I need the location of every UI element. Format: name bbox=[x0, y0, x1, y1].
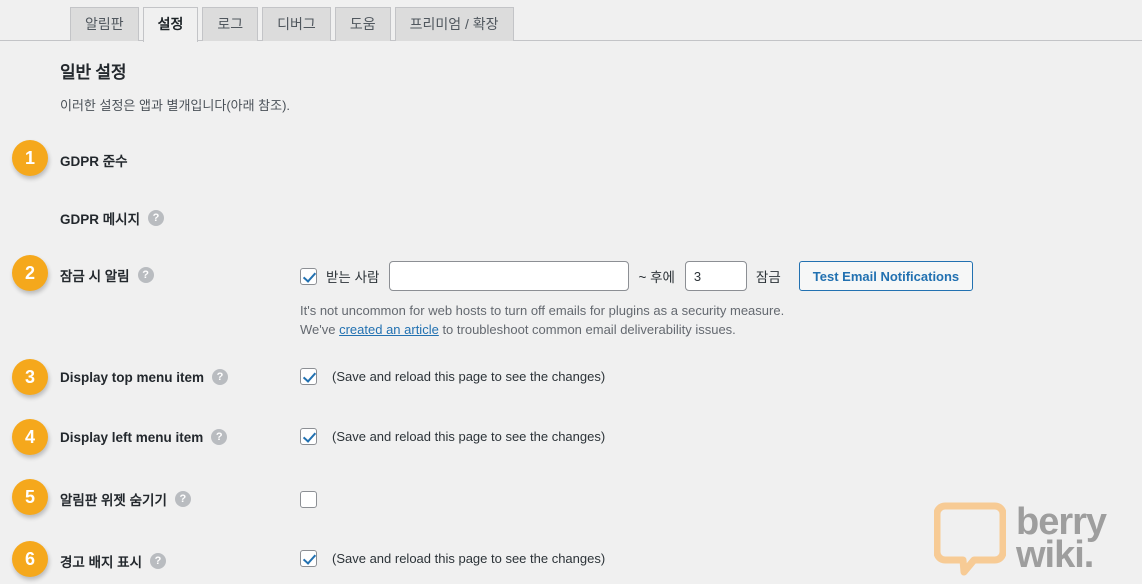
created-an-article-link[interactable]: created an article bbox=[339, 322, 439, 337]
tab-premium-extensions[interactable]: 프리미엄 / 확장 bbox=[394, 7, 514, 41]
help-icon[interactable]: ? bbox=[212, 369, 229, 385]
tab-label: 로그 bbox=[217, 16, 244, 32]
lock-minutes-input[interactable] bbox=[684, 261, 747, 291]
display-top-menu-item-field: (Save and reload this page to see the ch… bbox=[300, 368, 605, 385]
watermark-line-2: wiki. bbox=[1016, 534, 1094, 576]
hide-dashboard-widget-checkbox[interactable] bbox=[300, 491, 317, 508]
test-email-notifications-button[interactable]: Test Email Notifications bbox=[798, 261, 974, 291]
label-display-left-menu-item: Display left menu item ? bbox=[60, 429, 228, 445]
show-warning-badge-checkbox[interactable] bbox=[300, 550, 317, 567]
page-title: 일반 설정 bbox=[60, 63, 127, 82]
label-text: GDPR 메시지 bbox=[60, 212, 141, 227]
checkbox-note: (Save and reload this page to see the ch… bbox=[332, 369, 606, 384]
label-gdpr-message: GDPR 메시지 ? bbox=[60, 208, 165, 228]
label-hide-dashboard-widget: 알림판 위젯 숨기기 ? bbox=[60, 489, 191, 509]
recipient-label: 받는 사람 bbox=[326, 270, 380, 285]
watermark-text: berry wiki. bbox=[1016, 501, 1107, 576]
help-icon[interactable]: ? bbox=[148, 210, 165, 226]
tab-label: 알림판 bbox=[85, 16, 124, 32]
tab-help[interactable]: 도움 bbox=[334, 7, 391, 41]
label-gdpr-compliance: GDPR 준수 bbox=[60, 150, 128, 170]
email-deliverability-description: It's not uncommon for web hosts to turn … bbox=[300, 301, 784, 339]
settings-page: 알림판 설정 로그 디버그 도움 프리미엄 / 확장 일반 설정 이러한 설정은… bbox=[0, 0, 1142, 584]
display-top-menu-item-checkbox[interactable] bbox=[300, 368, 317, 385]
step-badge-6: 6 bbox=[12, 541, 48, 577]
tab-label: 디버그 bbox=[277, 16, 316, 32]
label-text: 알림판 위젯 숨기기 bbox=[60, 493, 167, 508]
help-icon[interactable]: ? bbox=[137, 267, 154, 283]
tab-settings[interactable]: 설정 bbox=[142, 7, 199, 42]
tab-label: 프리미엄 / 확장 bbox=[409, 16, 499, 32]
desc-line-2: We've created an article to troubleshoot… bbox=[300, 320, 784, 339]
desc-suffix: to troubleshoot common email deliverabil… bbox=[438, 322, 736, 337]
desc-prefix: We've bbox=[300, 322, 340, 337]
label-show-warning-badge: 경고 배지 표시 ? bbox=[60, 551, 167, 571]
page-description: 이러한 설정은 앱과 별개입니다(아래 참조). bbox=[60, 98, 291, 113]
help-icon[interactable]: ? bbox=[150, 553, 167, 569]
display-left-menu-item-checkbox[interactable] bbox=[300, 428, 317, 445]
step-badge-1: 1 bbox=[12, 140, 48, 176]
help-icon[interactable]: ? bbox=[211, 429, 228, 445]
tab-bar: 알림판 설정 로그 디버그 도움 프리미엄 / 확장 bbox=[0, 0, 1142, 42]
step-badge-5: 5 bbox=[12, 479, 48, 515]
label-text: Display top menu item bbox=[60, 369, 205, 385]
berrywiki-watermark: berry wiki. bbox=[934, 501, 1107, 576]
checkbox-note: (Save and reload this page to see the ch… bbox=[332, 551, 606, 566]
show-warning-badge-field: (Save and reload this page to see the ch… bbox=[300, 550, 605, 567]
watermark-line-1: berry bbox=[1016, 501, 1107, 544]
help-icon[interactable]: ? bbox=[174, 491, 191, 507]
label-text: Display left menu item bbox=[60, 429, 204, 445]
label-text: GDPR 준수 bbox=[60, 154, 128, 169]
step-badge-4: 4 bbox=[12, 419, 48, 455]
notify-recipient-checkbox[interactable] bbox=[300, 267, 317, 285]
label-lockout-notification: 잠금 시 알림 ? bbox=[60, 265, 154, 285]
lockout-notification-field: 받는 사람 ~ 후에 잠금 Test Email Notifications bbox=[300, 261, 974, 291]
display-left-menu-item-field: (Save and reload this page to see the ch… bbox=[300, 428, 605, 445]
tab-logs[interactable]: 로그 bbox=[202, 7, 259, 41]
step-badge-3: 3 bbox=[12, 359, 48, 395]
hide-dashboard-widget-field bbox=[300, 491, 332, 508]
tab-label: 도움 bbox=[349, 16, 376, 32]
step-badge-2: 2 bbox=[12, 255, 48, 291]
label-text: 잠금 시 알림 bbox=[60, 269, 130, 284]
speech-bubble-icon bbox=[934, 502, 1006, 576]
label-text: 경고 배지 표시 bbox=[60, 555, 143, 570]
tab-list: 알림판 설정 로그 디버그 도움 프리미엄 / 확장 bbox=[70, 7, 514, 42]
tab-dashboard[interactable]: 알림판 bbox=[70, 7, 139, 41]
lock-label: 잠금 bbox=[755, 270, 781, 285]
tab-debug[interactable]: 디버그 bbox=[262, 7, 331, 41]
checkbox-note: (Save and reload this page to see the ch… bbox=[332, 429, 606, 444]
label-display-top-menu-item: Display top menu item ? bbox=[60, 369, 229, 385]
recipient-email-input[interactable] bbox=[389, 261, 630, 291]
desc-line-1: It's not uncommon for web hosts to turn … bbox=[300, 303, 785, 318]
after-label: ~ 후에 bbox=[638, 270, 675, 285]
tab-label: 설정 bbox=[157, 16, 184, 32]
